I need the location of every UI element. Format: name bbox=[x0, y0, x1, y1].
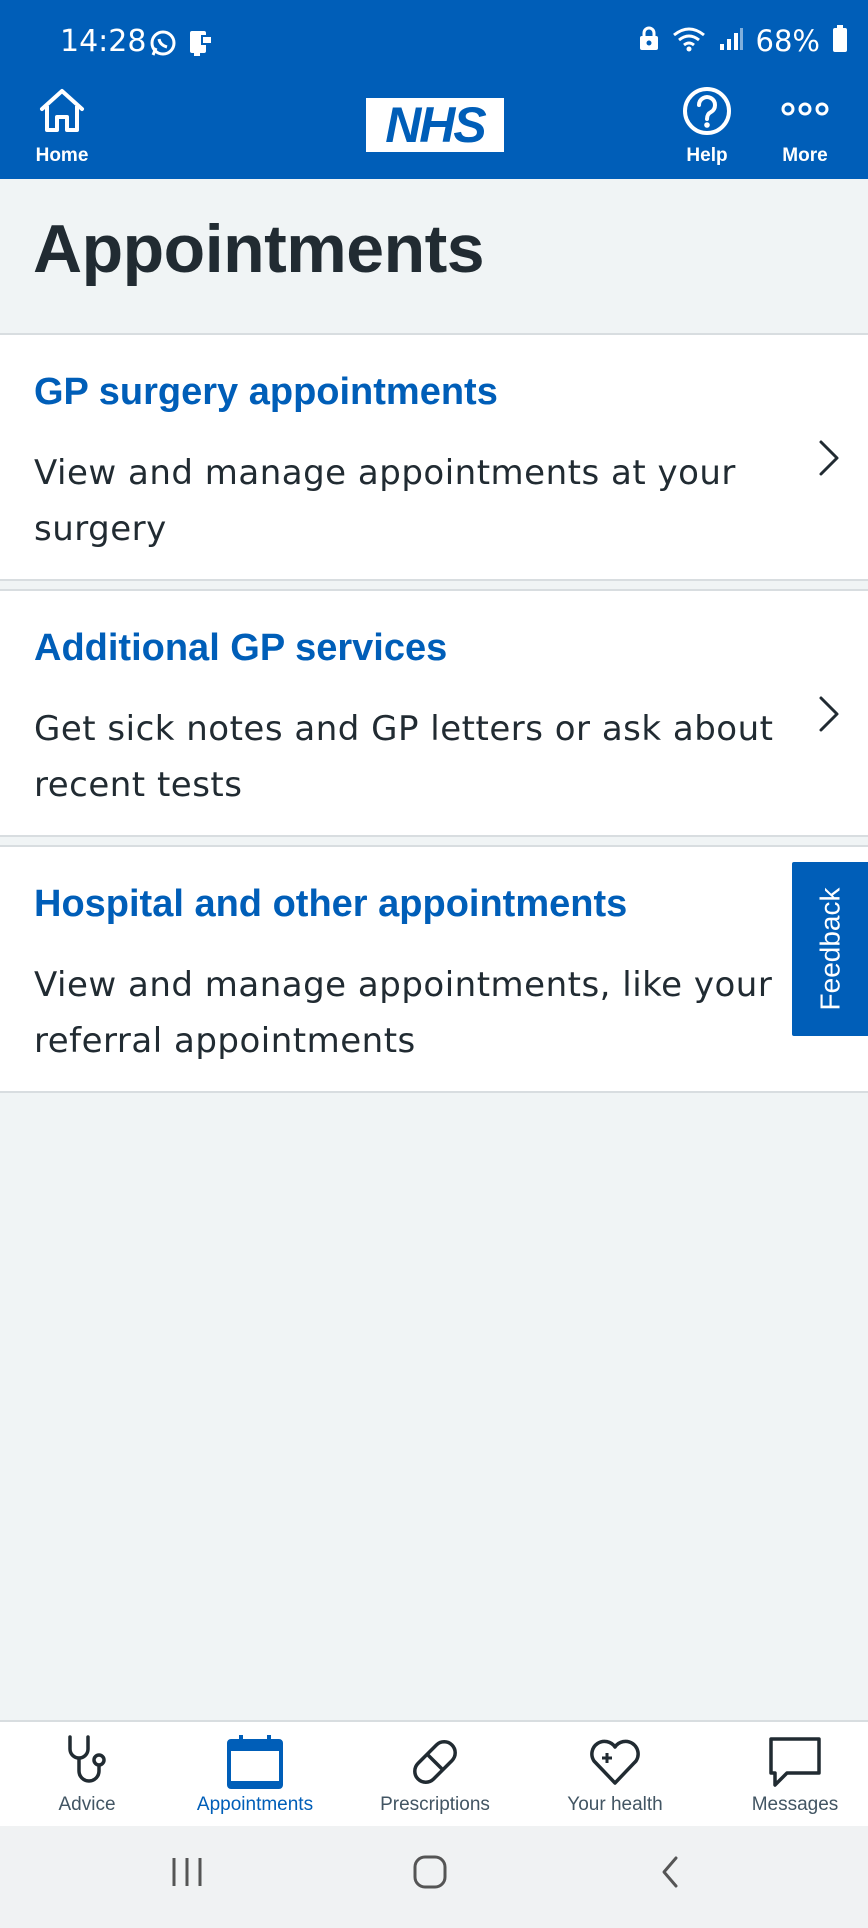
card-description: View and manage appointments at your sur… bbox=[34, 453, 736, 549]
help-button[interactable]: Help bbox=[670, 84, 744, 174]
nav-item-your-health[interactable]: Your health bbox=[528, 1722, 702, 1826]
notification-app-icon bbox=[186, 28, 216, 63]
home-button[interactable]: Home bbox=[24, 84, 100, 174]
more-dots-icon bbox=[778, 84, 832, 143]
card-title: Hospital and other appointments bbox=[34, 883, 628, 925]
calendar-icon bbox=[225, 1732, 285, 1792]
battery-icon bbox=[832, 24, 848, 58]
wifi-icon bbox=[672, 26, 706, 57]
bottom-nav: Advice Appointments Prescriptions Your h… bbox=[0, 1720, 868, 1826]
chevron-right-icon bbox=[818, 695, 840, 738]
app-header: 14:28 68% Home NHS Help More bbox=[0, 0, 868, 179]
heart-plus-icon bbox=[586, 1732, 644, 1792]
home-system-icon[interactable] bbox=[410, 1852, 450, 1897]
nav-label: Your health bbox=[567, 1794, 663, 1815]
card-hospital-and-other-appointments[interactable]: Hospital and other appointments View and… bbox=[0, 845, 868, 1093]
nhs-logo: NHS bbox=[366, 98, 504, 152]
lock-icon bbox=[638, 26, 660, 57]
nav-label: Messages bbox=[751, 1794, 839, 1815]
nav-label: Advice bbox=[58, 1794, 116, 1815]
status-time: 14:28 bbox=[60, 24, 147, 59]
battery-percentage: 68% bbox=[755, 24, 820, 58]
more-label: More bbox=[782, 145, 828, 166]
nav-label: Prescriptions bbox=[380, 1794, 490, 1815]
card-title: GP surgery appointments bbox=[34, 371, 498, 413]
feedback-button[interactable]: Feedback bbox=[790, 860, 868, 1038]
back-icon[interactable] bbox=[656, 1852, 686, 1897]
card-title: Additional GP services bbox=[34, 627, 448, 669]
help-label: Help bbox=[686, 145, 728, 166]
whatsapp-icon bbox=[148, 28, 178, 63]
card-description: Get sick notes and GP letters or ask abo… bbox=[34, 709, 774, 805]
home-label: Home bbox=[35, 145, 89, 166]
card-gp-surgery-appointments[interactable]: GP surgery appointments View and manage … bbox=[0, 333, 868, 581]
pill-icon bbox=[406, 1732, 464, 1792]
card-additional-gp-services[interactable]: Additional GP services Get sick notes an… bbox=[0, 589, 868, 837]
chevron-right-icon bbox=[818, 439, 840, 482]
nav-item-appointments[interactable]: Appointments bbox=[168, 1722, 342, 1826]
more-button[interactable]: More bbox=[768, 84, 842, 174]
nhs-logo-text: NHS bbox=[385, 97, 487, 153]
question-circle-icon bbox=[680, 84, 734, 143]
system-navigation-bar bbox=[0, 1826, 868, 1928]
nav-label: Appointments bbox=[196, 1794, 314, 1815]
page-title: Appointments bbox=[33, 211, 485, 287]
nav-item-prescriptions[interactable]: Prescriptions bbox=[348, 1722, 522, 1826]
home-icon bbox=[35, 84, 89, 143]
status-icons-left bbox=[148, 28, 216, 63]
feedback-label: Feedback bbox=[814, 887, 845, 1011]
nav-item-messages[interactable]: Messages bbox=[708, 1722, 868, 1826]
speech-bubble-icon bbox=[765, 1732, 825, 1792]
recent-apps-icon[interactable] bbox=[168, 1852, 206, 1897]
status-bar: 14:28 68% bbox=[0, 0, 868, 84]
stethoscope-icon bbox=[60, 1732, 114, 1792]
signal-icon bbox=[718, 26, 744, 57]
status-icons-right: 68% bbox=[638, 24, 848, 58]
nav-item-advice[interactable]: Advice bbox=[0, 1722, 174, 1826]
card-description: View and manage appointments, like your … bbox=[34, 965, 773, 1061]
